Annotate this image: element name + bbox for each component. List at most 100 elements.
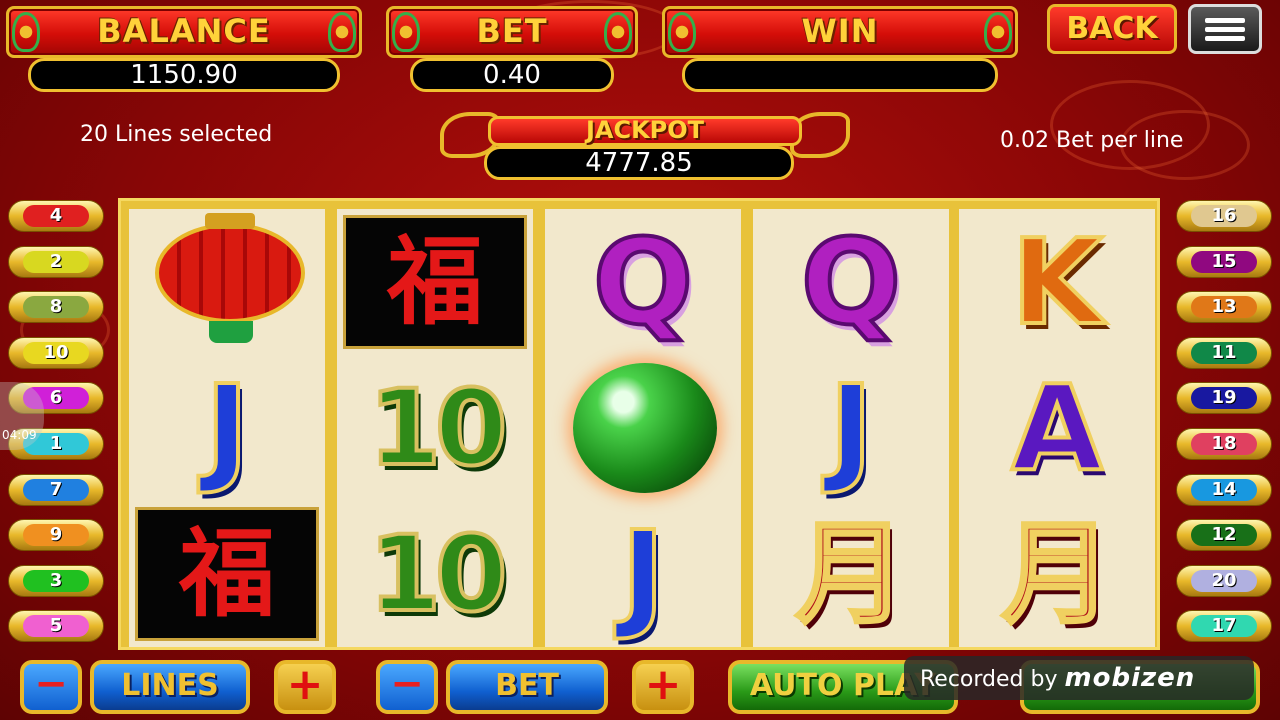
back-button[interactable]: BACK (1047, 4, 1177, 54)
balance-value: 1150.90 (28, 58, 340, 92)
lantern-cap (205, 213, 255, 229)
payline-left-indicator[interactable]: 3 (8, 564, 104, 597)
balance-label: BALANCE (97, 12, 271, 50)
payline-right-indicator[interactable]: 17 (1176, 610, 1272, 643)
payline-number: 10 (23, 341, 89, 364)
reel-symbol-lantern (129, 209, 325, 355)
reel-symbol-Q: Q (753, 209, 949, 355)
symbol-A-glyph: 月 (1000, 507, 1114, 640)
payline-left-indicator[interactable]: 2 (8, 245, 104, 278)
payline-left-indicator[interactable]: 9 (8, 519, 104, 552)
payline-number: 17 (1191, 615, 1257, 638)
recorded-by-text: Recorded by (920, 667, 1058, 692)
lantern-tassel (209, 321, 253, 343)
payline-right-indicator[interactable]: 14 (1176, 473, 1272, 506)
jackpot-label: JACKPOT (585, 116, 705, 144)
payline-number: 12 (1191, 524, 1257, 547)
reel-area[interactable]: J福 福 10 10 QJ QJ月 KA月 (118, 198, 1160, 650)
symbol-Q: Q (591, 211, 695, 353)
reel-symbol-A: A (959, 355, 1155, 501)
payline-number: 18 (1191, 433, 1257, 455)
lines-selected-text: 20 Lines selected (80, 122, 273, 147)
reel-symbol-A-glyph: 月 (753, 501, 949, 647)
payline-right-indicator[interactable]: 19 (1176, 382, 1272, 415)
reel: QJ (545, 209, 741, 647)
lines-increase-button[interactable]: + (274, 660, 336, 714)
fu-symbol: 福 (343, 215, 527, 349)
reel-symbol-Q: Q (545, 209, 741, 355)
bet-label: BET (476, 12, 548, 50)
symbol-J: J (827, 357, 875, 499)
win-panel: WIN (662, 6, 1018, 92)
payline-number: 13 (1191, 296, 1257, 319)
jackpot-value: 4777.85 (484, 146, 794, 180)
payline-number: 11 (1191, 341, 1257, 364)
payline-right-indicator[interactable]: 11 (1176, 336, 1272, 369)
symbol-K: K (1009, 211, 1104, 353)
balance-panel: BALANCE 1150.90 (6, 6, 362, 92)
symbol-A: A (1009, 357, 1104, 499)
payline-left-indicator[interactable]: 5 (8, 610, 104, 643)
reel: 福 10 10 (337, 209, 533, 647)
bet-decrease-button[interactable]: − (376, 660, 438, 714)
payline-right-indicator[interactable]: 16 (1176, 200, 1272, 232)
payline-number: 7 (23, 478, 89, 501)
payline-number: 20 (1191, 569, 1257, 592)
payline-number: 3 (23, 569, 89, 592)
bet-button[interactable]: BET (446, 660, 608, 714)
hamburger-menu-icon[interactable] (1188, 4, 1262, 54)
reel-symbol-jade-orb (545, 355, 741, 501)
fu-symbol: 福 (135, 507, 319, 641)
reel-symbol-J: J (753, 355, 949, 501)
reel-symbol-fu: 福 (337, 209, 533, 355)
win-label: WIN (801, 12, 879, 50)
payline-number: 14 (1191, 478, 1257, 501)
bet-panel: BET 0.40 (386, 6, 638, 92)
reel: J福 (129, 209, 325, 647)
jade-orb-icon (573, 363, 717, 493)
reel-symbol-10: 10 (337, 355, 533, 501)
payline-left-indicator[interactable]: 4 (8, 200, 104, 232)
reel-symbol-fu: 福 (129, 501, 325, 647)
payline-number: 4 (23, 205, 89, 227)
reel-symbol-10: 10 (337, 501, 533, 647)
payline-right-indicator[interactable]: 12 (1176, 519, 1272, 552)
jackpot-panel: JACKPOT 4777.85 (440, 112, 850, 182)
win-value (682, 58, 998, 92)
symbol-10: 10 (367, 365, 510, 491)
payline-left-indicator[interactable]: 7 (8, 473, 104, 506)
lantern-icon (155, 223, 305, 323)
payline-number: 15 (1191, 250, 1257, 273)
payline-right-indicator[interactable]: 13 (1176, 291, 1272, 324)
recorder-time: 04:09 (2, 428, 37, 442)
payline-number: 8 (23, 296, 89, 319)
lines-decrease-button[interactable]: − (20, 660, 82, 714)
reel-symbol-A-glyph: 月 (959, 501, 1155, 647)
bet-per-line-text: 0.02 Bet per line (1000, 128, 1184, 153)
reel-symbol-J: J (129, 355, 325, 501)
symbol-10: 10 (367, 511, 510, 637)
lines-button[interactable]: LINES (90, 660, 250, 714)
symbol-J: J (203, 357, 251, 499)
payline-right-indicator[interactable]: 18 (1176, 428, 1272, 460)
recording-overlay: Recorded by mobizen (904, 656, 1254, 700)
reel: KA月 (959, 209, 1155, 647)
payline-number: 2 (23, 250, 89, 273)
symbol-Q: Q (799, 211, 903, 353)
reel: QJ月 (753, 209, 949, 647)
recorder-brand-text: mobizen (1064, 663, 1196, 693)
symbol-A-glyph: 月 (794, 507, 908, 640)
reel-symbol-K: K (959, 209, 1155, 355)
payline-number: 9 (23, 524, 89, 547)
bet-increase-button[interactable]: + (632, 660, 694, 714)
bet-value: 0.40 (410, 58, 614, 92)
payline-right-indicator[interactable]: 15 (1176, 245, 1272, 278)
symbol-J: J (619, 503, 667, 645)
payline-number: 16 (1191, 205, 1257, 227)
reel-symbol-J: J (545, 501, 741, 647)
payline-number: 19 (1191, 387, 1257, 410)
payline-left-indicator[interactable]: 10 (8, 336, 104, 369)
payline-left-indicator[interactable]: 8 (8, 291, 104, 324)
payline-number: 5 (23, 615, 89, 638)
payline-right-indicator[interactable]: 20 (1176, 564, 1272, 597)
